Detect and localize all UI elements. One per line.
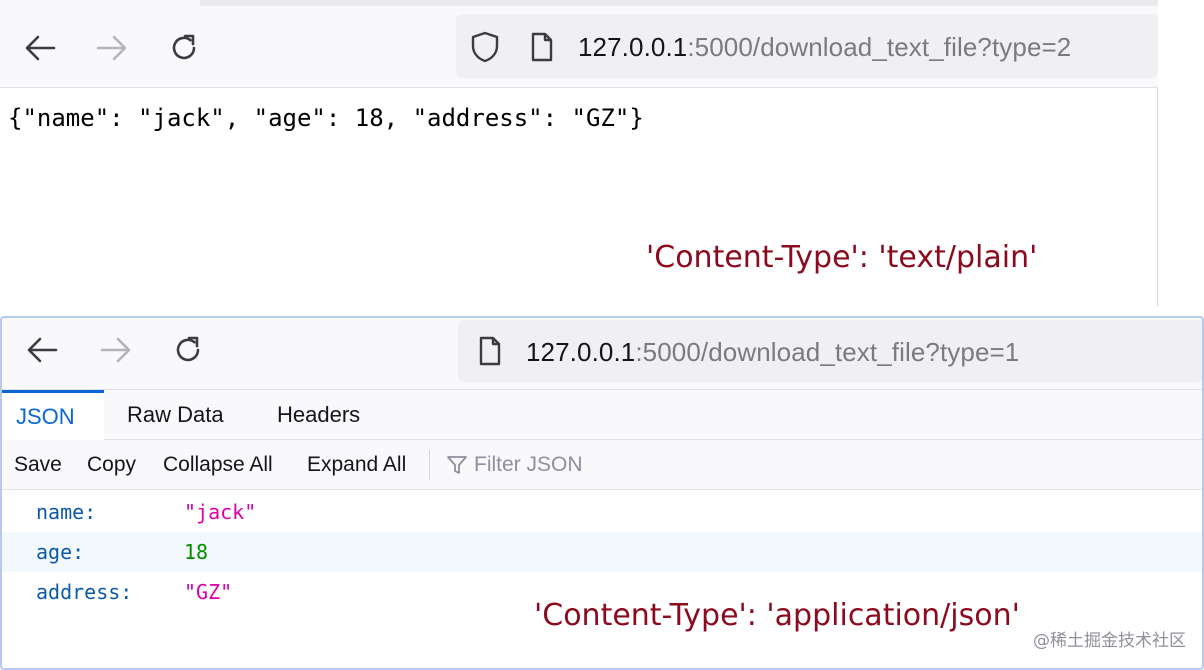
browser-window-text-plain: 127.0.0.1:5000/download_text_file?type=2…	[0, 0, 1158, 306]
raw-response-text: {"name": "jack", "age": 18, "address": "…	[8, 104, 644, 132]
json-row-name[interactable]: name: "jack"	[2, 492, 1202, 532]
forward-arrow-icon	[96, 35, 127, 61]
json-row-age[interactable]: age: 18	[2, 532, 1202, 572]
reload-icon	[172, 34, 196, 60]
collapse-all-button[interactable]: Collapse All	[163, 440, 273, 490]
watermark: @稀土掘金技术社区	[1033, 631, 1186, 651]
json-key: address:	[36, 580, 133, 604]
page-icon	[531, 32, 553, 62]
json-key: name:	[36, 500, 97, 524]
content-type-annotation: 'Content-Type': 'text/plain'	[646, 240, 1038, 275]
address-bar[interactable]: 127.0.0.1:5000/download_text_file?type=1	[458, 320, 1202, 382]
page-icon	[479, 336, 501, 366]
url-path: :5000/download_text_file?type=1	[635, 337, 1020, 367]
forward-button[interactable]	[92, 28, 132, 68]
json-value: "jack"	[184, 500, 257, 524]
navigation-toolbar: 127.0.0.1:5000/download_text_file?type=1	[2, 318, 1202, 390]
json-viewer-tabs: JSON Raw Data Headers	[2, 390, 1202, 440]
url-text[interactable]: 127.0.0.1:5000/download_text_file?type=1	[526, 337, 1019, 368]
toolbar-divider	[429, 450, 430, 480]
forward-arrow-icon	[100, 337, 131, 363]
back-arrow-icon	[27, 337, 58, 363]
back-button[interactable]	[20, 28, 60, 68]
expand-all-button[interactable]: Expand All	[307, 440, 406, 490]
url-host: 127.0.0.1	[578, 32, 688, 62]
tab-raw-data[interactable]: Raw Data	[113, 390, 238, 440]
copy-button[interactable]: Copy	[87, 440, 136, 490]
save-button[interactable]: Save	[14, 440, 62, 490]
address-bar[interactable]: 127.0.0.1:5000/download_text_file?type=2	[456, 14, 1158, 78]
shield-icon[interactable]	[470, 31, 500, 63]
tab-headers[interactable]: Headers	[263, 390, 374, 440]
json-value: 18	[184, 540, 209, 564]
browser-window-json: 127.0.0.1:5000/download_text_file?type=1…	[0, 316, 1204, 670]
reload-button[interactable]	[164, 28, 204, 68]
content-type-annotation: 'Content-Type': 'application/json'	[534, 598, 1020, 633]
url-host: 127.0.0.1	[526, 337, 636, 367]
json-value: "GZ"	[184, 580, 233, 604]
url-path: :5000/download_text_file?type=2	[687, 32, 1072, 62]
back-button[interactable]	[22, 330, 62, 370]
back-arrow-icon	[25, 35, 56, 61]
filter-icon	[447, 456, 467, 474]
tab-json[interactable]: JSON	[2, 390, 104, 440]
filter-placeholder: Filter JSON	[474, 453, 583, 476]
reload-icon	[176, 336, 200, 362]
json-viewer-action-bar: Save Copy Collapse All Expand All Filter…	[2, 440, 1202, 490]
forward-button[interactable]	[96, 330, 136, 370]
filter-json-input[interactable]: Filter JSON	[446, 440, 583, 490]
json-key: age:	[36, 540, 85, 564]
url-text[interactable]: 127.0.0.1:5000/download_text_file?type=2	[578, 32, 1071, 63]
navigation-toolbar: 127.0.0.1:5000/download_text_file?type=2	[0, 0, 1158, 88]
reload-button[interactable]	[168, 330, 208, 370]
